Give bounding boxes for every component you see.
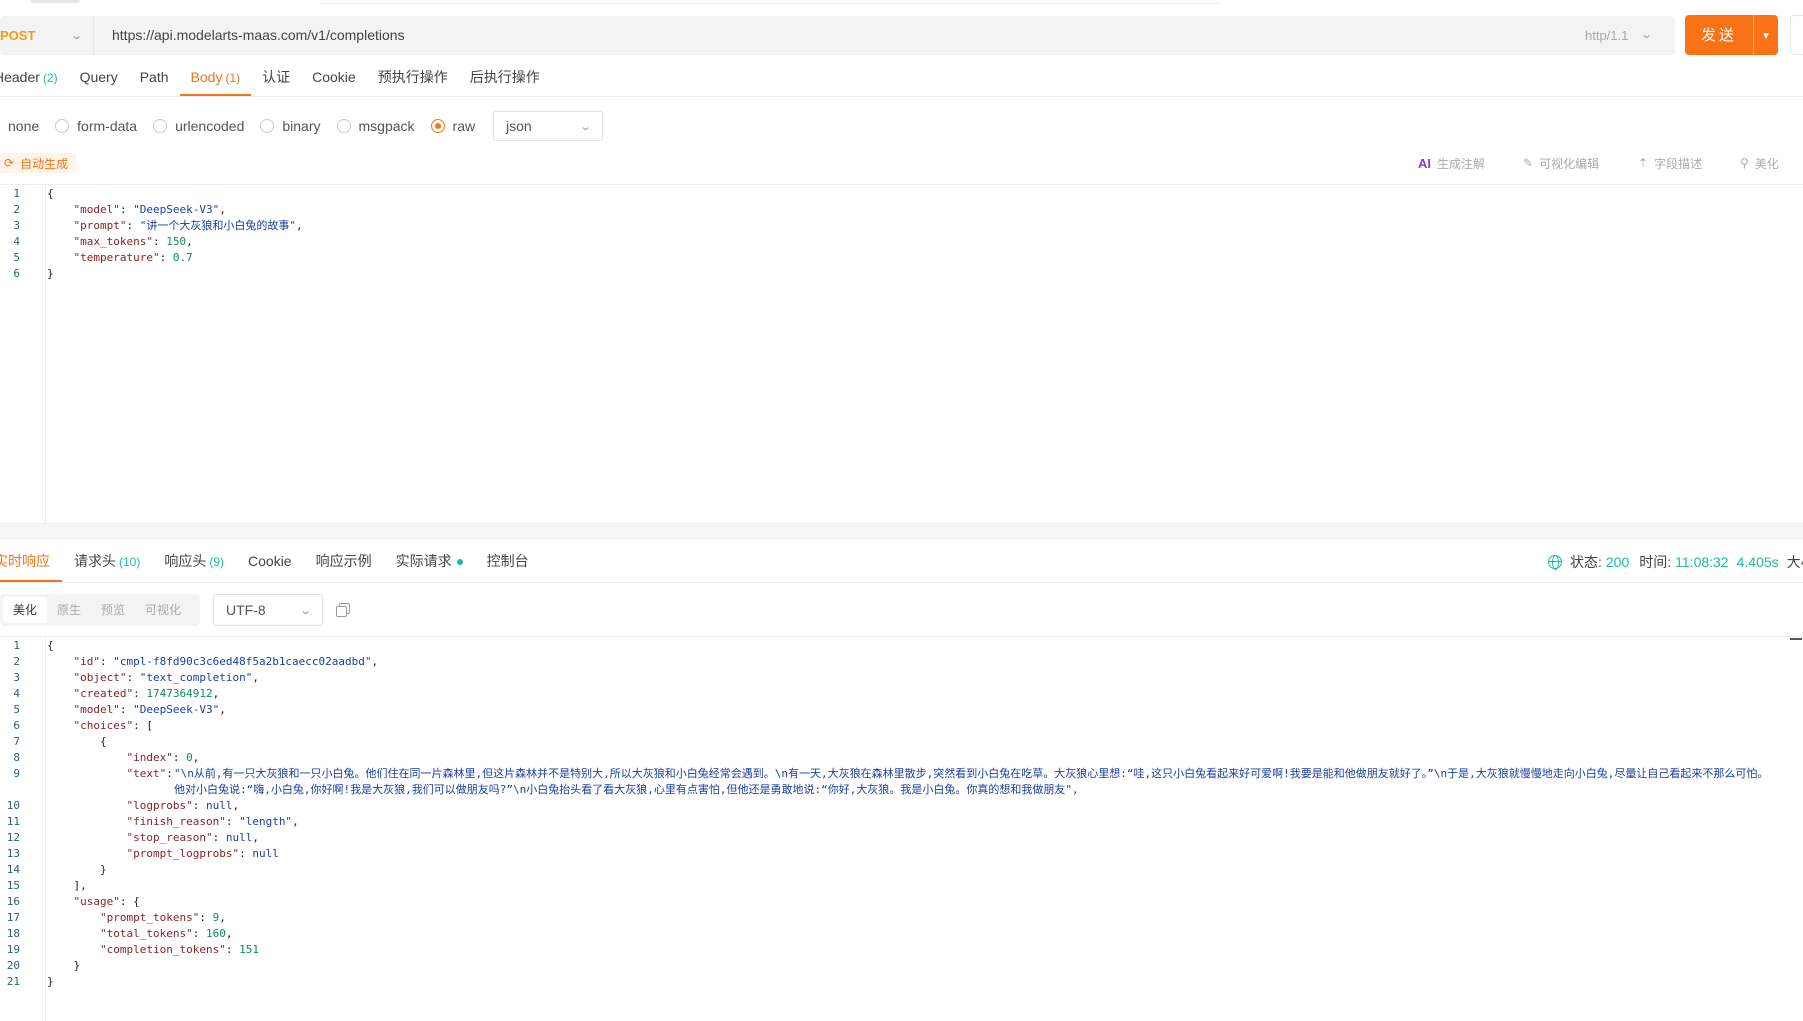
- chevron-down-icon[interactable]: ▾: [1754, 29, 1778, 42]
- raw-format-select[interactable]: json ⌄: [493, 111, 603, 141]
- radio-none[interactable]: none: [8, 118, 39, 134]
- send-button[interactable]: 发送 ▾: [1685, 15, 1778, 55]
- tab-realtime-response[interactable]: 实时响应: [0, 546, 62, 582]
- auto-generate-button[interactable]: ⟳ 自动生成: [0, 153, 77, 173]
- response-body-viewer[interactable]: 1{ 2 "id": "cmpl-f8fd90c3c6ed48f5a2b1cae…: [0, 637, 1803, 1021]
- response-time: 11:08:32: [1675, 554, 1729, 570]
- request-body-editor[interactable]: 1{ 2 "model": "DeepSeek-V3", 3 "prompt":…: [0, 185, 1803, 523]
- globe-icon: [1548, 555, 1562, 570]
- method-select[interactable]: POST ⌄: [0, 16, 94, 55]
- encoding-select[interactable]: UTF-8 ⌄: [213, 594, 323, 626]
- radio-form-data[interactable]: form-data: [55, 118, 137, 134]
- raw-format-value: json: [506, 118, 532, 134]
- send-button-label: 发送: [1685, 15, 1754, 55]
- response-status: 状态: 200 时间: 11:08:32 4.405s 大小: [1548, 546, 1803, 578]
- radio-circle[interactable]: [55, 119, 70, 133]
- response-tabs-divider: [0, 582, 1803, 583]
- tab-console[interactable]: 控制台: [475, 546, 541, 582]
- tab-cookie[interactable]: Cookie: [301, 64, 367, 96]
- response-duration: 4.405s: [1736, 554, 1779, 570]
- tab-query[interactable]: Query: [69, 64, 129, 96]
- radio-circle-selected[interactable]: [430, 119, 445, 133]
- tab-response-cookie[interactable]: Cookie: [236, 546, 304, 582]
- chevron-down-icon: ⌄: [578, 120, 592, 133]
- chevron-down-icon: ⌄: [298, 604, 312, 617]
- encoding-value: UTF-8: [226, 602, 266, 618]
- view-visual[interactable]: 可视化: [135, 597, 191, 623]
- tab-pre-script[interactable]: 预执行操作: [367, 64, 459, 96]
- tab-header[interactable]: Header(2): [0, 64, 69, 96]
- status-code: 200: [1605, 554, 1630, 570]
- http-version-value: http/1.1: [1585, 28, 1629, 43]
- status-dot: [456, 559, 463, 566]
- tab-request-headers[interactable]: 请求头 (10): [62, 546, 152, 582]
- radio-circle[interactable]: [336, 119, 351, 133]
- tab-response-example[interactable]: 响应示例: [304, 546, 384, 582]
- tab-response-headers[interactable]: 响应头 (9): [152, 546, 236, 582]
- copy-icon[interactable]: [336, 603, 350, 617]
- completion-text: "\n从前,有一只大灰狼和一只小白兔。他们住在同一片森林里,但这片森林并不是特别…: [174, 767, 1769, 796]
- field-desc-button[interactable]: ⇡ 字段描述: [1638, 153, 1702, 173]
- http-version-select[interactable]: http/1.1 ⌄: [1585, 16, 1654, 55]
- chevron-down-icon: ⌄: [69, 29, 83, 42]
- url-input[interactable]: https://api.modelarts-maas.com/v1/comple…: [112, 16, 405, 55]
- tab-path[interactable]: Path: [129, 64, 180, 96]
- top-divider: [320, 3, 1220, 4]
- generate-comment-button[interactable]: AI 生成注解: [1418, 153, 1485, 173]
- view-preview[interactable]: 预览: [91, 597, 135, 623]
- radio-raw[interactable]: raw: [430, 118, 475, 134]
- radio-circle[interactable]: [260, 119, 275, 133]
- visual-edit-button[interactable]: ✎ 可视化编辑: [1523, 153, 1599, 173]
- request-tabs: Header(2) Query Path Body(1) 认证 Cookie 预…: [0, 64, 551, 96]
- method-value: POST: [0, 28, 36, 43]
- edit-icon: ✎: [1523, 156, 1534, 170]
- upload-icon: ⇡: [1638, 156, 1649, 170]
- radio-urlencoded[interactable]: urlencoded: [153, 118, 244, 134]
- response-tabs: 实时响应 请求头 (10) 响应头 (9) Cookie 响应示例 实际请求 控制台: [0, 546, 541, 582]
- ai-icon: AI: [1418, 155, 1431, 171]
- radio-circle[interactable]: [153, 119, 168, 133]
- tab-auth[interactable]: 认证: [251, 64, 301, 96]
- tab-actual-request[interactable]: 实际请求: [384, 546, 475, 582]
- panel-resize-divider[interactable]: [0, 523, 1803, 539]
- body-type-radios: none form-data urlencoded binary msgpack…: [8, 112, 491, 140]
- more-actions-edge[interactable]: [1790, 15, 1803, 55]
- view-beautify[interactable]: 美化: [3, 597, 48, 623]
- beautify-button[interactable]: ⚲ 美化: [1740, 153, 1779, 173]
- view-mode-segmented: 美化 原生 预览 可视化: [0, 594, 200, 626]
- radio-binary[interactable]: binary: [260, 118, 321, 134]
- tab-post-script[interactable]: 后执行操作: [459, 64, 551, 96]
- chevron-down-icon: ⌄: [1640, 29, 1654, 41]
- view-raw[interactable]: 原生: [47, 597, 91, 623]
- tabs-divider: [0, 96, 1803, 97]
- radio-msgpack[interactable]: msgpack: [336, 118, 415, 134]
- window-top-strip: [0, 0, 1803, 6]
- tab-body[interactable]: Body (1): [179, 64, 252, 96]
- wand-icon: ⚲: [1740, 156, 1749, 170]
- refresh-icon: ⟳: [4, 156, 15, 170]
- previous-tab-stub[interactable]: [30, 0, 80, 3]
